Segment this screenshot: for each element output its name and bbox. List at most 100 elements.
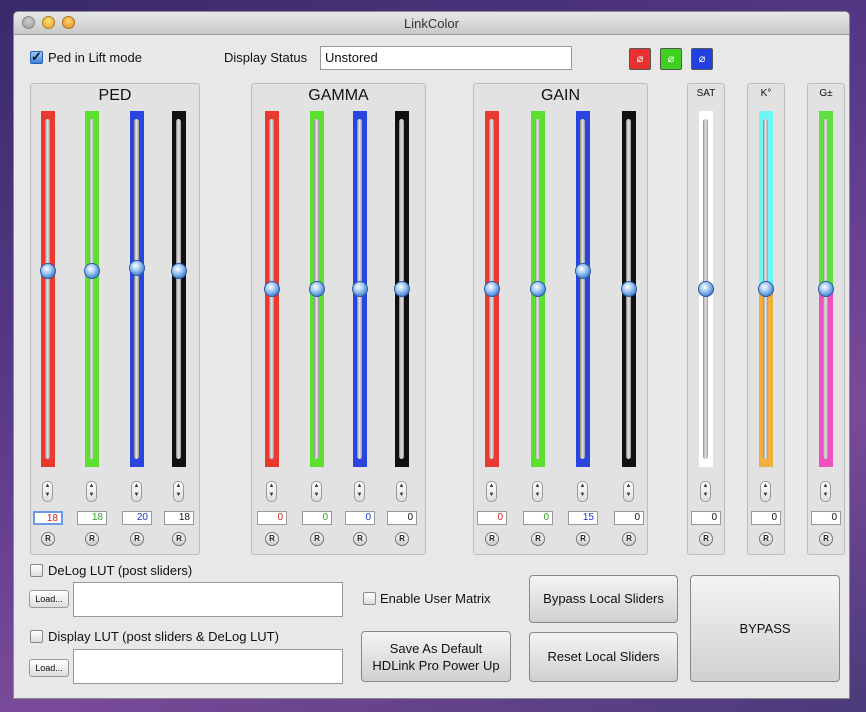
gain-green-reset-button[interactable]: R xyxy=(531,532,545,546)
gain-master-value-field[interactable]: 0 xyxy=(614,511,644,525)
gain-green-stepper[interactable]: ▲ ▼ xyxy=(532,481,543,502)
gain-blue-value-field[interactable]: 15 xyxy=(568,511,598,525)
blue-phase-button[interactable]: ⌀ xyxy=(691,48,713,70)
kelvin-value-field[interactable]: 0 xyxy=(751,511,781,525)
ped-lift-checkbox[interactable] xyxy=(30,49,43,65)
gpm-title: G± xyxy=(819,88,833,99)
gpm-slider-knob[interactable] xyxy=(818,281,834,297)
gain-red-slider[interactable] xyxy=(484,111,500,467)
gamma-green-slider[interactable] xyxy=(309,111,325,467)
delog-lut-checkbox[interactable] xyxy=(30,564,43,577)
ped-blue-slider-knob[interactable] xyxy=(129,259,145,276)
enable-user-matrix-checkbox[interactable] xyxy=(363,592,376,605)
ped-green-value-field[interactable]: 18 xyxy=(77,511,107,525)
sat-reset-button[interactable]: R xyxy=(699,532,713,546)
sat-title: SAT xyxy=(696,88,716,99)
sat-slider[interactable] xyxy=(698,111,714,467)
gamma-green-stepper[interactable]: ▲ ▼ xyxy=(311,481,322,502)
gain-green-value-field[interactable]: 0 xyxy=(523,511,553,525)
linkcolor-window: LinkColor Ped in Lift mode Display Statu… xyxy=(13,11,850,699)
bypass-button[interactable]: BYPASS xyxy=(690,575,840,682)
gamma-master-stepper[interactable]: ▲ ▼ xyxy=(396,481,407,502)
gain-master-slider-knob[interactable] xyxy=(621,281,637,297)
sat-stepper[interactable]: ▲ ▼ xyxy=(700,481,711,502)
gain-blue-slider[interactable] xyxy=(575,111,591,467)
gpm-value-field[interactable]: 0 xyxy=(811,511,841,525)
gamma-red-reset-button[interactable]: R xyxy=(265,532,279,546)
ped-red-slider-knob[interactable] xyxy=(40,263,56,280)
gain-red-slider-knob[interactable] xyxy=(484,281,500,297)
ped-master-stepper[interactable]: ▲ ▼ xyxy=(173,481,184,502)
display-status-field[interactable]: Unstored xyxy=(320,46,572,70)
sat-slider-knob[interactable] xyxy=(698,281,714,297)
gain-title: GAIN xyxy=(540,87,581,104)
gpm-slider[interactable] xyxy=(818,111,834,467)
gamma-master-value-field[interactable]: 0 xyxy=(387,511,417,525)
kelvin-reset-button[interactable]: R xyxy=(759,532,773,546)
delog-lut-path-field[interactable] xyxy=(73,582,343,617)
gain-master-reset-button[interactable]: R xyxy=(622,532,636,546)
gamma-blue-stepper[interactable]: ▲ ▼ xyxy=(354,481,365,502)
bypass-local-sliders-button[interactable]: Bypass Local Sliders xyxy=(529,575,678,623)
gamma-master-slider[interactable] xyxy=(394,111,410,467)
kelvin-slider-knob[interactable] xyxy=(758,281,774,297)
sat-value-field[interactable]: 0 xyxy=(691,511,721,525)
ped-red-stepper[interactable]: ▲ ▼ xyxy=(42,481,53,502)
ped-green-slider-knob[interactable] xyxy=(84,263,100,280)
gamma-master-slider-knob[interactable] xyxy=(394,281,410,297)
ped-blue-slider[interactable] xyxy=(129,111,145,467)
ped-blue-reset-button[interactable]: R xyxy=(130,532,144,546)
red-phase-button[interactable]: ⌀ xyxy=(629,48,651,70)
ped-green-slider[interactable] xyxy=(84,111,100,467)
gamma-red-stepper[interactable]: ▲ ▼ xyxy=(266,481,277,502)
ped-red-reset-button[interactable]: R xyxy=(41,532,55,546)
gamma-red-value-field[interactable]: 0 xyxy=(257,511,287,525)
ped-green-stepper[interactable]: ▲ ▼ xyxy=(86,481,97,502)
gamma-red-slider-knob[interactable] xyxy=(264,281,280,297)
gain-red-value-field[interactable]: 0 xyxy=(477,511,507,525)
ped-blue-slider-track xyxy=(134,119,139,459)
kelvin-stepper[interactable]: ▲ ▼ xyxy=(760,481,771,502)
display-lut-load-button[interactable]: Load... xyxy=(29,659,69,677)
gain-blue-stepper[interactable]: ▲ ▼ xyxy=(577,481,588,502)
delog-load-button[interactable]: Load... xyxy=(29,590,69,608)
ped-blue-stepper[interactable]: ▲ ▼ xyxy=(131,481,142,502)
gamma-blue-reset-button[interactable]: R xyxy=(353,532,367,546)
gpm-stepper[interactable]: ▲ ▼ xyxy=(820,481,831,502)
gain-blue-reset-button[interactable]: R xyxy=(576,532,590,546)
ped-red-value-field[interactable]: 18 xyxy=(33,511,63,525)
green-phase-button[interactable]: ⌀ xyxy=(660,48,682,70)
gamma-blue-slider[interactable] xyxy=(352,111,368,467)
gpm-reset-button[interactable]: R xyxy=(819,532,833,546)
gain-master-slider[interactable] xyxy=(621,111,637,467)
gain-blue-slider-track xyxy=(580,119,585,459)
gain-blue-slider-knob[interactable] xyxy=(575,263,591,280)
ped-master-slider[interactable] xyxy=(171,111,187,467)
enable-user-matrix-label: Enable User Matrix xyxy=(380,591,491,606)
ped-blue-value-field[interactable]: 20 xyxy=(122,511,152,525)
kelvin-slider[interactable] xyxy=(758,111,774,467)
gamma-blue-value-field[interactable]: 0 xyxy=(345,511,375,525)
gamma-master-reset-button[interactable]: R xyxy=(395,532,409,546)
ped-green-reset-button[interactable]: R xyxy=(85,532,99,546)
ped-title: PED xyxy=(98,87,132,104)
gamma-blue-slider-knob[interactable] xyxy=(352,281,368,297)
gamma-red-slider[interactable] xyxy=(264,111,280,467)
display-lut-checkbox[interactable] xyxy=(30,630,43,643)
gain-red-reset-button[interactable]: R xyxy=(485,532,499,546)
gain-red-stepper[interactable]: ▲ ▼ xyxy=(486,481,497,502)
gain-green-slider[interactable] xyxy=(530,111,546,467)
save-as-default-button[interactable]: Save As Default HDLink Pro Power Up xyxy=(361,631,511,682)
gain-master-stepper[interactable]: ▲ ▼ xyxy=(623,481,634,502)
ped-master-value-field[interactable]: 18 xyxy=(164,511,194,525)
gamma-green-value-field[interactable]: 0 xyxy=(302,511,332,525)
ped-red-slider[interactable] xyxy=(40,111,56,467)
gain-green-slider-knob[interactable] xyxy=(530,281,546,297)
reset-local-sliders-button[interactable]: Reset Local Sliders xyxy=(529,632,678,682)
ped-master-slider-knob[interactable] xyxy=(171,263,187,280)
ped-master-reset-button[interactable]: R xyxy=(172,532,186,546)
gamma-title: GAMMA xyxy=(308,87,369,104)
gamma-green-slider-knob[interactable] xyxy=(309,281,325,297)
gamma-green-reset-button[interactable]: R xyxy=(310,532,324,546)
display-lut-path-field[interactable] xyxy=(73,649,343,684)
